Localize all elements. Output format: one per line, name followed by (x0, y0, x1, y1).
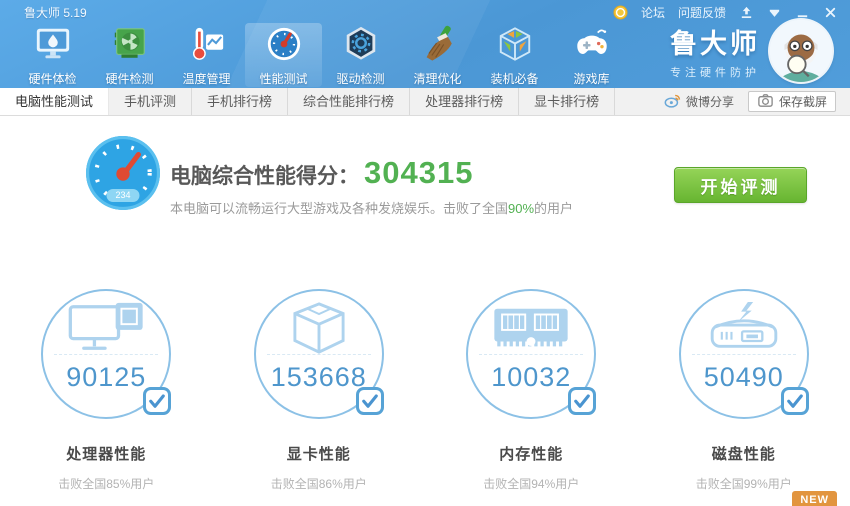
toolbar-item-hardware-checkup[interactable]: 硬件体检 (14, 23, 91, 87)
score-desc-percent: 90% (508, 201, 535, 216)
check-badge-icon (142, 386, 172, 416)
feedback-link[interactable]: 问题反馈 (678, 4, 726, 21)
skin-icon[interactable] (767, 5, 782, 20)
gauge-card-memory[interactable]: 10032 内存性能 击败全国94%用户 (425, 289, 638, 492)
score-desc-prefix: 本电脑可以流畅运行大型游戏及各种发烧娱乐。击败了全国 (170, 201, 509, 216)
toolbar-label: 装机必备 (490, 72, 539, 86)
check-badge-icon (780, 386, 810, 416)
score-info: 电脑综合性能得分： 304315 本电脑可以流畅运行大型游戏及各种发烧娱乐。击败… (170, 155, 573, 217)
memory-gauge-circle: 10032 (466, 289, 597, 419)
toolbar-label: 清理优化 (413, 72, 462, 86)
disk-drive-icon (698, 301, 790, 355)
score-gauge-icon: 234 (85, 135, 161, 211)
titlebar: 鲁大师 5.19 论坛 问题反馈 (0, 0, 850, 22)
tab-cpu-ranking[interactable]: 处理器排行榜 (410, 88, 520, 115)
gauge-card-disk[interactable]: 50490 磁盘性能 击败全国99%用户 (638, 289, 850, 492)
main-content: 234 电脑综合性能得分： 304315 本电脑可以流畅运行大型游戏及各种发烧娱… (0, 117, 850, 506)
cpu-monitor-icon (60, 301, 152, 355)
check-badge-icon (567, 386, 597, 416)
score-description: 本电脑可以流畅运行大型游戏及各种发烧娱乐。击败了全国90%的用户 (170, 198, 573, 217)
minimize-button[interactable] (795, 5, 810, 20)
tab-gpu-ranking[interactable]: 显卡排行榜 (519, 88, 616, 115)
header: 鲁大师 5.19 论坛 问题反馈 硬件体检 硬件检测 温度管理 性能测试 驱动检… (0, 0, 850, 88)
memory-beat-text: 击败全国94%用户 (483, 477, 580, 491)
toolbar-label: 性能测试 (259, 72, 308, 86)
toolbar: 硬件体检 硬件检测 温度管理 性能测试 驱动检测 清理优化 装机必备 游戏库 (14, 23, 630, 87)
toolbar-label: 硬件检测 (105, 72, 154, 86)
brand-name: 鲁大师 (670, 29, 760, 59)
toolbar-item-cleanup[interactable]: 清理优化 (399, 23, 476, 87)
mascot-avatar (770, 20, 832, 82)
divider (691, 354, 796, 355)
toolbar-label: 游戏库 (573, 72, 610, 86)
cleanup-broom-icon (419, 25, 457, 68)
brand-slogan: 专注硬件防护 (670, 67, 760, 79)
toolbar-label: 温度管理 (182, 72, 231, 86)
tab-overall-ranking[interactable]: 综合性能排行榜 (288, 88, 411, 115)
weibo-share-button[interactable]: 微博分享 (664, 92, 734, 112)
toolbar-item-toolkit[interactable]: 装机必备 (476, 23, 553, 87)
toolbar-label: 硬件体检 (28, 72, 77, 86)
cpu-gauge-label: 处理器性能 (66, 446, 147, 463)
gpu-cube-icon (273, 301, 365, 355)
toolbar-item-hardware-detect[interactable]: 硬件检测 (91, 23, 168, 87)
tab-phone-review[interactable]: 手机评测 (109, 88, 193, 115)
new-badge: NEW (792, 491, 837, 506)
score-section: 234 电脑综合性能得分： 304315 本电脑可以流畅运行大型游戏及各种发烧娱… (85, 133, 810, 228)
divider (54, 354, 159, 355)
performance-test-icon (265, 25, 303, 68)
gauges-row: 90125 处理器性能 击败全国85%用户 153668 显卡性能 击败全国86… (0, 289, 850, 492)
tab-actions: 微博分享 保存截屏 (664, 88, 850, 115)
gpu-beat-text: 击败全国86%用户 (270, 477, 367, 491)
gpu-gauge-label: 显卡性能 (286, 446, 351, 463)
divider (479, 354, 584, 355)
disk-beat-text: 击败全国99%用户 (695, 477, 792, 491)
score-desc-suffix: 的用户 (534, 201, 574, 216)
camera-icon (757, 92, 774, 112)
weibo-icon (664, 92, 681, 112)
toolbar-label: 驱动检测 (336, 72, 385, 86)
update-icon[interactable] (739, 5, 754, 20)
driver-detect-icon (342, 25, 380, 68)
temperature-icon (188, 25, 226, 68)
gauge-pill-badge: 234 (106, 189, 140, 202)
hardware-detect-icon (111, 25, 149, 68)
cpu-beat-text: 击败全国85%用户 (58, 477, 155, 491)
hardware-checkup-icon (34, 25, 72, 68)
brand: 鲁大师 专注硬件防护 (670, 20, 832, 82)
toolbar-item-driver-detect[interactable]: 驱动检测 (322, 23, 399, 87)
app-window: 鲁大师 5.19 论坛 问题反馈 硬件体检 硬件检测 温度管理 性能测试 驱动检… (0, 0, 850, 506)
cpu-gauge-circle: 90125 (41, 289, 172, 419)
save-screenshot-label: 保存截屏 (778, 95, 827, 109)
check-badge-icon (355, 386, 385, 416)
tabbar: 电脑性能测试 手机评测 手机排行榜 综合性能排行榜 处理器排行榜 显卡排行榜 微… (0, 88, 850, 116)
brand-text: 鲁大师 专注硬件防护 (670, 22, 760, 80)
start-benchmark-button[interactable]: 开始评测 (674, 167, 807, 203)
titlebar-controls: 论坛 问题反馈 (613, 4, 838, 21)
disk-gauge-circle: 50490 (678, 289, 810, 419)
save-screenshot-button[interactable]: 保存截屏 (747, 91, 836, 112)
weibo-share-label: 微博分享 (685, 95, 734, 109)
disk-gauge-label: 磁盘性能 (711, 446, 776, 463)
close-button[interactable] (823, 5, 838, 20)
tab-phone-ranking[interactable]: 手机排行榜 (192, 88, 289, 115)
memory-gauge-label: 内存性能 (499, 446, 564, 463)
gamepad-icon (573, 25, 611, 68)
divider (266, 354, 371, 355)
toolbar-item-temperature[interactable]: 温度管理 (168, 23, 245, 87)
toolbar-item-performance-test[interactable]: 性能测试 (245, 23, 322, 87)
gpu-gauge-circle: 153668 (253, 289, 385, 419)
forum-link[interactable]: 论坛 (641, 4, 665, 21)
toolkit-cube-icon (496, 25, 534, 68)
memory-stick-icon (485, 301, 577, 355)
toolbar-item-game-library[interactable]: 游戏库 (553, 23, 630, 87)
coin-icon[interactable] (613, 5, 628, 20)
gauge-card-cpu[interactable]: 90125 处理器性能 击败全国85%用户 (0, 289, 213, 492)
tab-pc-benchmark[interactable]: 电脑性能测试 (0, 88, 110, 115)
gauge-card-gpu[interactable]: 153668 显卡性能 击败全国86%用户 (213, 289, 426, 492)
score-value: 304315 (364, 155, 474, 190)
score-label: 电脑综合性能得分： (170, 165, 359, 188)
window-title: 鲁大师 5.19 (24, 6, 87, 20)
